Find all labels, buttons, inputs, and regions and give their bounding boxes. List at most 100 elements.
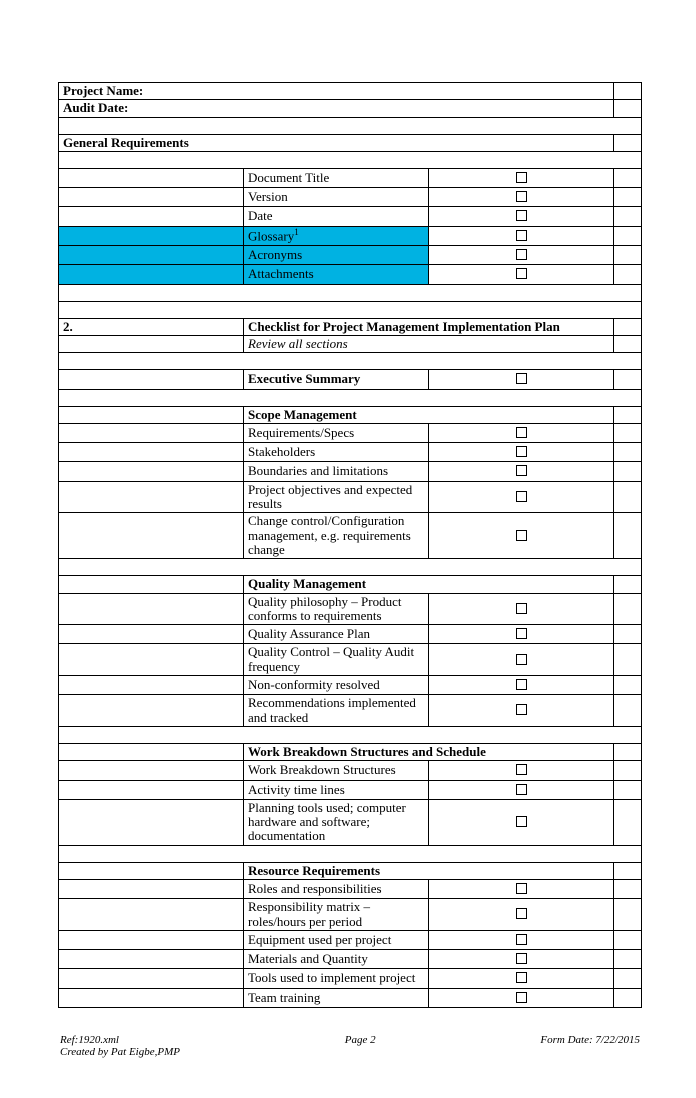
list-item: Project objectives and expected results: [59, 481, 642, 513]
item-label: Non-conformity resolved: [244, 676, 429, 695]
project-name-value[interactable]: [614, 83, 642, 100]
item-label: Attachments: [244, 265, 429, 284]
checkbox-cell[interactable]: [429, 443, 614, 462]
checkbox-cell[interactable]: [429, 644, 614, 676]
resource-title: Resource Requirements: [244, 862, 614, 879]
checkbox-cell[interactable]: [429, 676, 614, 695]
checkbox-cell[interactable]: [429, 370, 614, 389]
row-project-name: Project Name:: [59, 83, 642, 100]
page-footer: Ref:1920.xml Created by Pat Eigbe,PMP Pa…: [58, 1034, 642, 1058]
checkbox-cell[interactable]: [429, 625, 614, 644]
section-number: 2.: [59, 318, 244, 335]
audit-date-value[interactable]: [614, 100, 642, 117]
footer-created: Created by Pat Eigbe,PMP: [60, 1046, 180, 1058]
footer-form-date: Form Date: 7/22/2015: [540, 1034, 640, 1058]
checkbox-cell[interactable]: [429, 695, 614, 727]
checkbox-icon: [516, 704, 527, 715]
row-scope-title: Scope Management: [59, 406, 642, 423]
checkbox-icon: [516, 268, 527, 279]
checkbox-icon: [516, 491, 527, 502]
item-label: Roles and responsibilities: [244, 879, 429, 898]
checkbox-icon: [516, 603, 527, 614]
item-label: Quality Control – Quality Audit frequenc…: [244, 644, 429, 676]
row-doc-title: Document Title: [59, 168, 642, 187]
general-req-title: General Requirements: [59, 134, 614, 151]
checkbox-icon: [516, 908, 527, 919]
wbs-title: Work Breakdown Structures and Schedule: [244, 743, 614, 760]
item-label: Responsibility matrix – roles/hours per …: [244, 899, 429, 931]
list-item: Activity time lines: [59, 780, 642, 799]
checkbox-cell[interactable]: [429, 988, 614, 1007]
item-label: Activity time lines: [244, 780, 429, 799]
item-label: Equipment used per project: [244, 930, 429, 949]
checkbox-icon: [516, 530, 527, 541]
item-label: Quality Assurance Plan: [244, 625, 429, 644]
item-label: Stakeholders: [244, 443, 429, 462]
item-label: Change control/Configuration management,…: [244, 513, 429, 559]
row-attachments: Attachments: [59, 265, 642, 284]
list-item: Quality philosophy – Product conforms to…: [59, 593, 642, 625]
checkbox-icon: [516, 953, 527, 964]
item-label: Team training: [244, 988, 429, 1007]
list-item: Boundaries and limitations: [59, 462, 642, 481]
checkbox-icon: [516, 934, 527, 945]
checkbox-cell[interactable]: [429, 423, 614, 442]
checkbox-cell[interactable]: [429, 265, 614, 284]
checkbox-cell[interactable]: [429, 950, 614, 969]
checkbox-cell[interactable]: [429, 879, 614, 898]
checkbox-cell[interactable]: [429, 462, 614, 481]
checkbox-icon: [516, 172, 527, 183]
item-label: Planning tools used; computer hardware a…: [244, 799, 429, 845]
checkbox-cell[interactable]: [429, 188, 614, 207]
checkbox-cell[interactable]: [429, 207, 614, 226]
checkbox-icon: [516, 679, 527, 690]
footer-ref: Ref:1920.xml: [60, 1034, 180, 1046]
checkbox-cell[interactable]: [429, 899, 614, 931]
checkbox-cell[interactable]: [429, 780, 614, 799]
item-label: Project objectives and expected results: [244, 481, 429, 513]
checkbox-cell[interactable]: [429, 761, 614, 780]
checkbox-icon: [516, 628, 527, 639]
audit-form-table: Project Name: Audit Date: General Requir…: [58, 82, 642, 1008]
checkbox-icon: [516, 654, 527, 665]
list-item: Non-conformity resolved: [59, 676, 642, 695]
item-label: Glossary1: [244, 226, 429, 245]
checkbox-cell[interactable]: [429, 930, 614, 949]
item-label: Recommendations implemented and tracked: [244, 695, 429, 727]
list-item: Requirements/Specs: [59, 423, 642, 442]
row-general-req-title: General Requirements: [59, 134, 642, 151]
row-resource-title: Resource Requirements: [59, 862, 642, 879]
checkbox-icon: [516, 764, 527, 775]
item-label: Materials and Quantity: [244, 950, 429, 969]
item-label: Acronyms: [244, 246, 429, 265]
checkbox-cell[interactable]: [429, 513, 614, 559]
checkbox-icon: [516, 446, 527, 457]
item-label: Quality philosophy – Product conforms to…: [244, 593, 429, 625]
list-item: Roles and responsibilities: [59, 879, 642, 898]
checkbox-cell[interactable]: [429, 969, 614, 988]
list-item: Change control/Configuration management,…: [59, 513, 642, 559]
row-acronyms: Acronyms: [59, 246, 642, 265]
checkbox-cell[interactable]: [429, 226, 614, 245]
list-item: Materials and Quantity: [59, 950, 642, 969]
list-item: Planning tools used; computer hardware a…: [59, 799, 642, 845]
row-section-2: 2. Checklist for Project Management Impl…: [59, 318, 642, 335]
checkbox-icon: [516, 373, 527, 384]
exec-summary-label: Executive Summary: [244, 370, 429, 389]
list-item: Stakeholders: [59, 443, 642, 462]
checkbox-cell[interactable]: [429, 168, 614, 187]
checkbox-icon: [516, 191, 527, 202]
section-subtitle: Review all sections: [244, 335, 614, 352]
checkbox-icon: [516, 465, 527, 476]
checkbox-icon: [516, 816, 527, 827]
footer-page: Page 2: [345, 1034, 376, 1058]
checkbox-cell[interactable]: [429, 593, 614, 625]
checkbox-cell[interactable]: [429, 481, 614, 513]
list-item: Quality Assurance Plan: [59, 625, 642, 644]
checkbox-cell[interactable]: [429, 799, 614, 845]
item-label: Requirements/Specs: [244, 423, 429, 442]
checkbox-icon: [516, 784, 527, 795]
checkbox-cell[interactable]: [429, 246, 614, 265]
row-quality-title: Quality Management: [59, 576, 642, 593]
item-label: Tools used to implement project: [244, 969, 429, 988]
